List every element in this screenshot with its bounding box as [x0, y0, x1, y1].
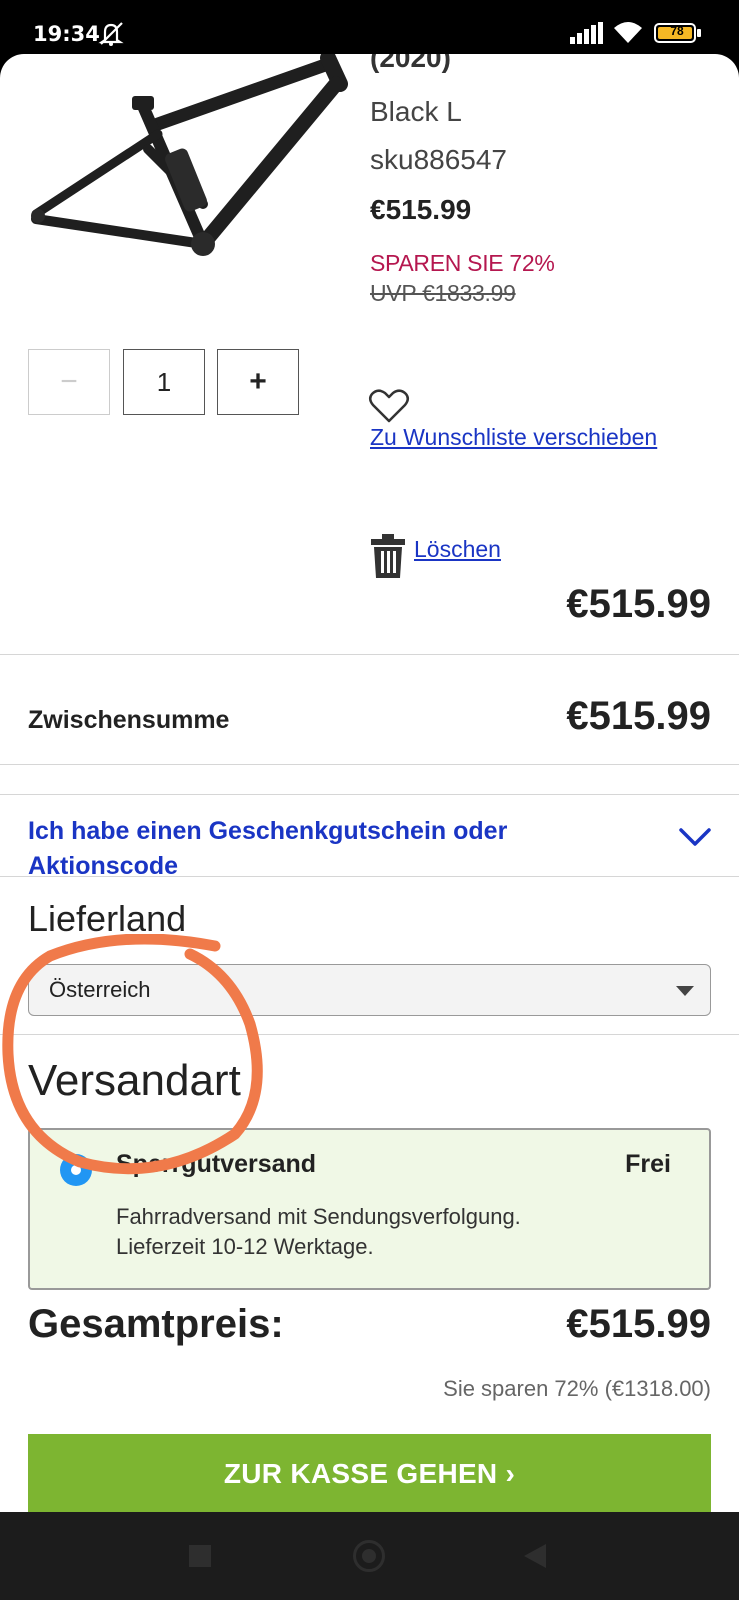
product-title[interactable]: (2020) — [370, 54, 451, 74]
quantity-increase-button[interactable]: + — [217, 349, 299, 415]
rrp-price: UVP €1833.99 — [370, 280, 516, 306]
product-image[interactable] — [28, 54, 348, 284]
delete-item-link[interactable]: Löschen — [414, 536, 501, 563]
nav-home-icon[interactable] — [353, 1540, 385, 1572]
status-time: 19:34 — [33, 22, 100, 46]
chevron-down-icon[interactable] — [678, 826, 712, 848]
savings-badge: SPAREN SIE 72% — [370, 250, 555, 276]
divider — [0, 764, 739, 765]
muted-bell-icon — [98, 22, 124, 46]
total-value: €515.99 — [566, 1302, 711, 1346]
coupon-toggle[interactable]: Ich habe einen Geschenkgutschein oder Ak… — [28, 814, 608, 884]
product-price: €515.99 — [370, 194, 472, 225]
subtotal-value: €515.99 — [566, 694, 711, 738]
shipping-method-heading: Versandart — [28, 1056, 241, 1105]
shipping-option-name: Sperrgutversand — [116, 1150, 317, 1178]
total-label: Gesamtpreis: — [28, 1302, 284, 1346]
nav-back-icon[interactable] — [524, 1544, 546, 1568]
battery-level: 78 — [670, 24, 684, 38]
subtotal-label: Zwischensumme — [28, 706, 230, 734]
divider — [0, 654, 739, 655]
radio-selected-icon[interactable] — [60, 1154, 92, 1186]
country-selected-value: Österreich — [49, 977, 151, 1002]
divider — [0, 876, 739, 877]
quantity-input[interactable]: 1 — [123, 349, 205, 415]
nav-recents-icon[interactable] — [189, 1545, 211, 1567]
delivery-country-heading: Lieferland — [28, 898, 187, 939]
product-sku: sku886547 — [370, 144, 508, 175]
wifi-icon — [614, 22, 642, 43]
shipping-description-line: Lieferzeit 10-12 Werktage. — [116, 1234, 374, 1259]
delivery-country-select[interactable]: Österreich — [28, 964, 711, 1016]
product-variant: Black L — [370, 96, 462, 127]
checkout-button[interactable]: ZUR KASSE GEHEN › — [28, 1434, 711, 1512]
shipping-option-description: Fahrradversand mit Sendungsverfolgung. L… — [116, 1202, 521, 1262]
signal-icon — [570, 22, 603, 44]
system-nav-bar — [0, 1512, 739, 1600]
shipping-description-line: Fahrradversand mit Sendungsverfolgung. — [116, 1204, 521, 1229]
divider — [0, 1034, 739, 1035]
trash-icon[interactable] — [370, 534, 406, 578]
move-to-wishlist-link[interactable]: Zu Wunschliste verschieben — [370, 424, 657, 451]
savings-note: Sie sparen 72% (€1318.00) — [443, 1376, 711, 1401]
line-total: €515.99 — [566, 582, 711, 626]
status-bar: 19:34 78 — [0, 0, 739, 60]
shipping-option[interactable]: Sperrgutversand Frei Fahrradversand mit … — [28, 1128, 711, 1290]
shipping-option-price: Frei — [625, 1150, 671, 1178]
quantity-decrease-button[interactable]: − — [28, 349, 110, 415]
heart-icon[interactable] — [368, 388, 410, 424]
cart-page: (2020) Black L sku886547 €515.99 SPAREN … — [0, 54, 739, 1512]
divider — [0, 794, 739, 795]
select-caret-icon — [676, 986, 694, 996]
